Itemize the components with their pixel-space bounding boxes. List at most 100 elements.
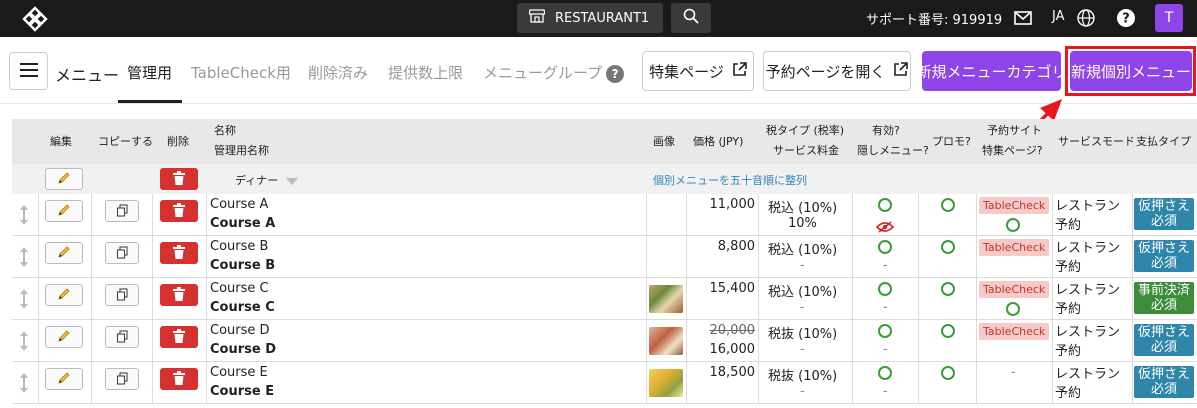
- feature-check-icon: [1006, 218, 1020, 232]
- delete-button[interactable]: [160, 200, 198, 222]
- edit-button[interactable]: [45, 242, 83, 264]
- column-divider: [1052, 236, 1053, 278]
- edit-button[interactable]: [45, 284, 83, 306]
- column-divider: [646, 362, 647, 404]
- item-name[interactable]: Course D: [210, 323, 270, 338]
- mail-icon[interactable]: [1013, 8, 1033, 28]
- column-divider: [758, 362, 759, 404]
- globe-icon[interactable]: [1076, 8, 1096, 28]
- edit-group-button[interactable]: [45, 168, 83, 190]
- column-divider: [918, 278, 919, 320]
- item-price: 11,000: [709, 197, 756, 212]
- external-link-icon: [732, 61, 747, 81]
- payment-type-badge: 仮押さえ必須: [1134, 366, 1194, 398]
- pencil-icon: [57, 202, 71, 221]
- item-name[interactable]: Course B: [210, 239, 268, 254]
- column-divider: [91, 194, 92, 236]
- menu-icon: [19, 62, 38, 81]
- item-name[interactable]: Course A: [210, 197, 268, 212]
- item-thumbnail[interactable]: [649, 285, 683, 313]
- help-icon[interactable]: ?: [1116, 8, 1136, 28]
- search-button[interactable]: [671, 3, 711, 33]
- item-name[interactable]: Course E: [210, 365, 268, 380]
- item-thumbnail[interactable]: [649, 369, 683, 397]
- column-divider: [1132, 278, 1133, 320]
- delete-group-button[interactable]: [160, 168, 198, 190]
- menu-group-row: ディナー 個別メニューを五十音順に整列: [12, 164, 1197, 194]
- restaurant-selector-button[interactable]: RESTAURANT1: [517, 3, 663, 33]
- column-divider: [206, 194, 207, 236]
- column-divider: [38, 362, 39, 404]
- feature-page-button[interactable]: 特集ページ: [642, 51, 754, 91]
- tab-serving-limit[interactable]: 提供数上限: [388, 62, 463, 83]
- trash-icon: [173, 244, 185, 263]
- payment-type-badge: 事前決済必須: [1134, 282, 1194, 314]
- drag-handle-icon[interactable]: [19, 330, 29, 352]
- column-divider: [646, 278, 647, 320]
- copy-button[interactable]: [105, 200, 139, 222]
- app-logo-icon[interactable]: [22, 6, 48, 32]
- pencil-icon: [57, 286, 71, 305]
- column-divider: [1052, 278, 1053, 320]
- payment-type-badge: 仮押さえ必須: [1134, 240, 1194, 272]
- tab-tablecheck[interactable]: TableCheck用: [191, 62, 291, 83]
- table-row: Course C Course C 15,400 税込 (10%) - - TableChe…: [12, 278, 1197, 320]
- svg-text:?: ?: [1122, 12, 1130, 27]
- tab-menu-group[interactable]: メニューグループ?: [483, 62, 625, 83]
- delete-button[interactable]: [160, 368, 198, 390]
- column-divider: [918, 236, 919, 278]
- language-label[interactable]: JA: [1052, 9, 1065, 24]
- copy-button[interactable]: [105, 368, 139, 390]
- trash-icon: [173, 170, 185, 189]
- column-divider: [686, 362, 687, 404]
- booking-site-none: -: [1011, 365, 1016, 380]
- column-divider: [91, 236, 92, 278]
- item-service-charge: -: [800, 342, 805, 357]
- copy-button[interactable]: [105, 242, 139, 264]
- delete-button[interactable]: [160, 284, 198, 306]
- tab-deleted[interactable]: 削除済み: [308, 62, 368, 83]
- trash-icon: [173, 370, 185, 389]
- drag-handle-icon[interactable]: [19, 372, 29, 394]
- edit-button[interactable]: [45, 368, 83, 390]
- column-divider: [976, 362, 977, 404]
- sort-alphabetical-link[interactable]: 個別メニューを五十音順に整列: [653, 172, 807, 188]
- column-divider: [91, 278, 92, 320]
- payment-type-badge: 仮押さえ必須: [1134, 324, 1194, 356]
- item-service-mode: レストラン予約: [1055, 199, 1121, 233]
- col-hidden: 隠しメニュー?: [857, 144, 929, 157]
- edit-button[interactable]: [45, 326, 83, 348]
- drag-handle-icon[interactable]: [19, 246, 29, 268]
- feature-page-label: 特集ページ: [649, 62, 724, 81]
- tab-menu-group-label: メニューグループ: [483, 64, 603, 82]
- copy-icon: [116, 202, 129, 221]
- store-icon: [528, 9, 546, 27]
- copy-icon: [116, 328, 129, 347]
- item-service-charge: -: [800, 258, 805, 273]
- delete-button[interactable]: [160, 326, 198, 348]
- copy-button[interactable]: [105, 326, 139, 348]
- column-divider: [152, 236, 153, 278]
- new-menu-category-button[interactable]: 新規メニューカテゴリ: [917, 51, 1067, 91]
- hidden-none: -: [883, 258, 888, 273]
- column-divider: [1052, 320, 1053, 362]
- copy-button[interactable]: [105, 284, 139, 306]
- column-divider: [976, 320, 977, 362]
- user-avatar[interactable]: T: [1155, 4, 1183, 32]
- drag-handle-icon[interactable]: [19, 204, 29, 226]
- open-booking-page-button[interactable]: 予約ページを開く: [763, 51, 911, 91]
- hamburger-menu-button[interactable]: [9, 52, 48, 90]
- edit-button[interactable]: [45, 200, 83, 222]
- item-name[interactable]: Course C: [210, 281, 269, 296]
- column-divider: [1132, 320, 1133, 362]
- table-row: Course A Course A 11,000 税込 (10%) 10% TableCh…: [12, 194, 1197, 236]
- col-edit: 編集: [50, 135, 72, 148]
- delete-button[interactable]: [160, 242, 198, 264]
- help-icon[interactable]: ?: [606, 64, 625, 83]
- tablecheck-badge: TableCheck: [979, 281, 1050, 298]
- tab-admin[interactable]: 管理用: [127, 62, 172, 83]
- trash-icon: [173, 286, 185, 305]
- item-thumbnail[interactable]: [649, 327, 683, 355]
- drag-handle-icon[interactable]: [19, 288, 29, 310]
- group-name[interactable]: ディナー: [235, 172, 298, 188]
